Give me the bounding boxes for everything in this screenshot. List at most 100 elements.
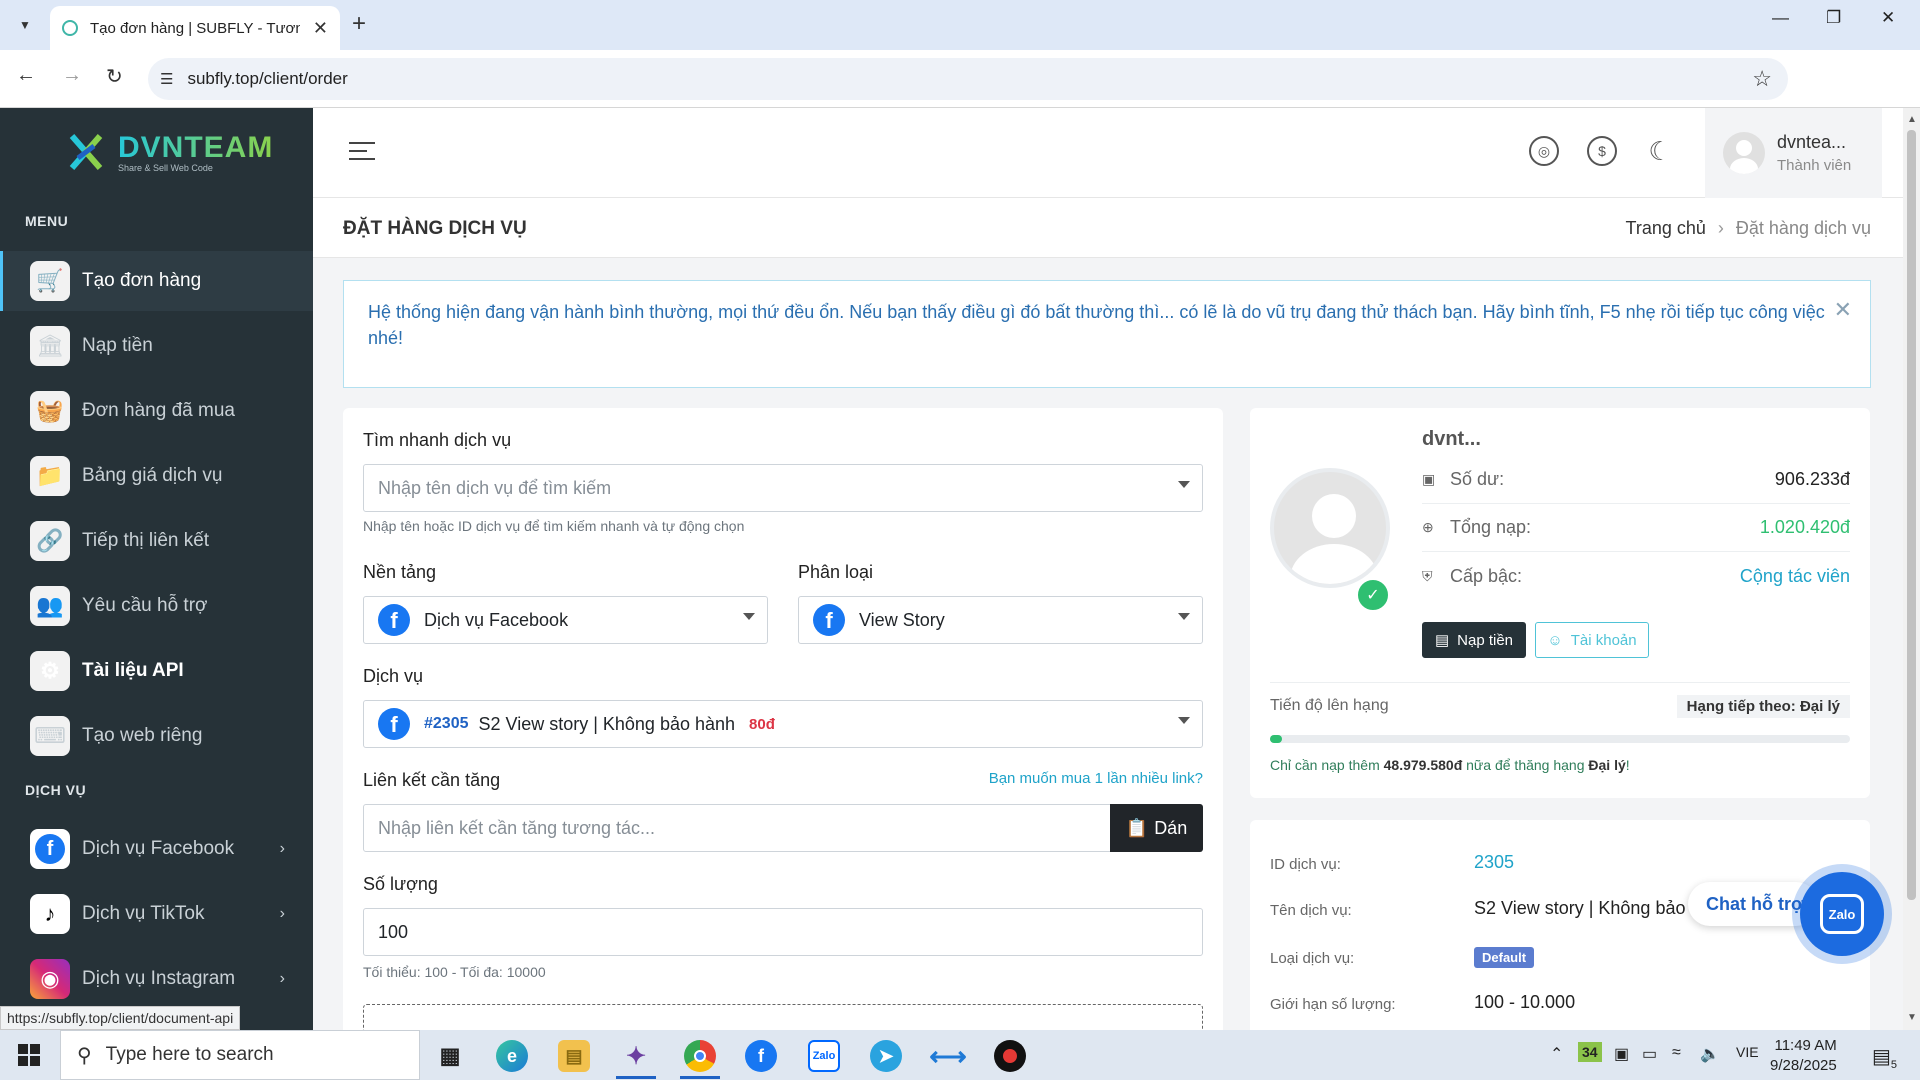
zalo-chat-button[interactable]: Zalo [1800, 872, 1884, 956]
user-menu[interactable]: dvntea... Thành viên [1705, 108, 1882, 198]
browser-tab[interactable]: Tạo đơn hàng | SUBFLY - Tương ✕ [50, 6, 340, 50]
sidebar-item-pricing[interactable]: 📁 Bảng giá dịch vụ [0, 446, 313, 506]
system-alert: Hệ thống hiện đang vận hành bình thường,… [343, 280, 1871, 388]
service-select[interactable]: f #2305 S2 View story | Không bảo hành 8… [363, 700, 1203, 748]
rank-value: Cộng tác viên [1739, 565, 1850, 586]
task-view-icon[interactable]: ▦ [434, 1040, 466, 1072]
quantity-input[interactable]: 100 [363, 908, 1203, 956]
platform-value: Dịch vụ Facebook [424, 609, 569, 630]
chrome-icon[interactable] [684, 1040, 716, 1072]
rank-label: Cấp bậc: [1450, 565, 1523, 586]
scroll-up-icon[interactable]: ▲ [1907, 114, 1917, 125]
clock[interactable]: 11:49 AM 9/28/2025 [1770, 1036, 1837, 1076]
address-bar: ← → ↻ ☰ subfly.top/client/order ☆ ⋮ [0, 50, 1920, 142]
reload-icon[interactable]: ↻ [106, 64, 123, 89]
chevron-down-icon [1178, 613, 1190, 620]
meet-now-icon[interactable]: ▣ [1614, 1044, 1629, 1064]
dark-mode-moon-icon[interactable]: ☾ [1645, 136, 1675, 166]
sidebar-item-label: Tạo đơn hàng [82, 270, 202, 291]
new-tab-button[interactable]: + [352, 10, 366, 38]
sidebar-item-tiktok[interactable]: ♪ Dịch vụ TikTok › [0, 884, 313, 944]
basket-icon: 🧺 [30, 391, 70, 431]
account-button[interactable]: ☺ Tài khoản [1535, 622, 1649, 658]
page-title: ĐẶT HÀNG DỊCH VỤ [343, 218, 527, 239]
sidebar-item-deposit[interactable]: 🏛 Nạp tiền [0, 316, 313, 376]
account-avatar [1270, 468, 1390, 588]
sidebar-item-facebook[interactable]: f Dịch vụ Facebook › [0, 819, 313, 879]
active-app-indicator [680, 1076, 720, 1079]
chevron-down-icon [1178, 481, 1190, 488]
folder-icon: 📁 [30, 456, 70, 496]
chat-support-button[interactable]: Chat hỗ trợ [1688, 882, 1818, 926]
paste-button[interactable]: 📋 Dán [1110, 804, 1203, 852]
scroll-down-icon[interactable]: ▼ [1907, 1012, 1917, 1023]
logo[interactable]: DVNTEAM Share & Sell Web Code [62, 128, 273, 176]
facebook-icon: f [378, 708, 410, 740]
vscode-icon[interactable]: ⟷ [929, 1040, 966, 1072]
windows-start-icon[interactable] [18, 1044, 40, 1066]
site-settings-icon[interactable]: ☰ [160, 70, 173, 88]
sidebar-item-api-docs[interactable]: ⚙ Tài liệu API [0, 641, 313, 701]
order-form-card: Tìm nhanh dịch vụ Nhập tên dịch vụ để tì… [343, 408, 1223, 1030]
app-icon[interactable]: ✦ [620, 1040, 652, 1072]
deposit-button[interactable]: ▤ Nạp tiền [1422, 622, 1526, 658]
volume-icon[interactable]: 🔈 [1700, 1044, 1720, 1064]
sidebar-item-instagram[interactable]: ◉ Dịch vụ Instagram › [0, 949, 313, 1009]
back-icon[interactable]: ← [16, 64, 36, 87]
weather-badge[interactable]: 34 [1578, 1042, 1602, 1062]
language-indicator[interactable]: VIE [1736, 1044, 1759, 1060]
show-hidden-icons[interactable]: ⌃ [1550, 1044, 1563, 1064]
sidebar-item-label: Nạp tiền [82, 335, 153, 356]
sidebar-item-affiliate[interactable]: 🔗 Tiếp thị liên kết [0, 511, 313, 571]
sidebar-item-support[interactable]: 👥 Yêu cầu hỗ trợ [0, 576, 313, 636]
multi-link-link[interactable]: Bạn muốn mua 1 lần nhiều link? [989, 770, 1203, 787]
service-price: 80đ [749, 715, 775, 733]
wifi-icon[interactable]: ≈ [1672, 1044, 1681, 1062]
tab-list-button[interactable]: ▼ [12, 10, 38, 40]
restore-icon[interactable]: ❐ [1826, 8, 1841, 28]
sidebar-item-create-order[interactable]: 🛒 Tạo đơn hàng [0, 251, 313, 311]
chevron-right-icon: › [279, 840, 285, 857]
telegram-icon[interactable]: ➤ [870, 1040, 902, 1072]
omnibox[interactable]: ☰ subfly.top/client/order ☆ [148, 58, 1788, 100]
page-scrollbar[interactable]: ▲ ▼ [1903, 108, 1920, 1030]
hamburger-menu-icon[interactable] [349, 142, 375, 166]
link-input[interactable]: Nhập liên kết cần tăng tương tác... [363, 804, 1111, 852]
plus-circle-icon: ⊕ [1422, 519, 1434, 535]
file-explorer-icon[interactable]: ▤ [558, 1040, 590, 1072]
forward-icon[interactable]: → [62, 64, 82, 87]
url-text[interactable]: subfly.top/client/order [187, 69, 347, 89]
sidebar-item-own-website[interactable]: ⌨ Tạo web riêng [0, 706, 313, 766]
close-window-icon[interactable]: ✕ [1881, 8, 1895, 28]
zalo-taskbar-icon[interactable]: Zalo [808, 1040, 840, 1072]
total-deposit-value: 1.020.420đ [1759, 517, 1850, 537]
breadcrumb-home[interactable]: Trang chủ [1626, 218, 1706, 238]
edge-icon[interactable]: e [496, 1040, 528, 1072]
taskbar-search[interactable]: ⚲ Type here to search [60, 1030, 420, 1080]
scrollbar-thumb[interactable] [1907, 130, 1916, 900]
link-label: Liên kết cần tăng [363, 770, 501, 790]
globe-icon[interactable]: ◎ [1529, 136, 1559, 166]
battery-icon[interactable]: ▭ [1642, 1044, 1657, 1064]
user-name: dvntea... [1777, 132, 1847, 152]
close-alert-icon[interactable]: ✕ [1834, 297, 1852, 323]
close-tab-icon[interactable]: ✕ [313, 18, 328, 39]
bookmark-star-icon[interactable]: ☆ [1752, 66, 1772, 92]
notifications-icon[interactable]: ▤5 [1872, 1044, 1897, 1071]
facebook-taskbar-icon[interactable]: f [745, 1040, 777, 1072]
currency-icon[interactable]: $ [1587, 136, 1617, 166]
user-avatar [1723, 132, 1765, 174]
chevron-down-icon [743, 613, 755, 620]
sidebar-item-orders[interactable]: 🧺 Đơn hàng đã mua [0, 381, 313, 441]
progress-amount: 48.979.580đ [1383, 757, 1463, 773]
progress-rank: Đại lý [1588, 757, 1626, 773]
service-name: S2 View story | Không bảo hành [478, 713, 736, 734]
category-select[interactable]: f View Story [798, 596, 1203, 644]
notification-count: 5 [1890, 1059, 1898, 1071]
quick-search-select[interactable]: Nhập tên dịch vụ để tìm kiếm [363, 464, 1203, 512]
record-icon[interactable] [994, 1040, 1026, 1072]
platform-select[interactable]: f Dịch vụ Facebook [363, 596, 768, 644]
service-id-label: ID dịch vụ: [1270, 856, 1341, 873]
minimize-icon[interactable]: — [1772, 8, 1789, 28]
facebook-icon: f [813, 604, 845, 636]
